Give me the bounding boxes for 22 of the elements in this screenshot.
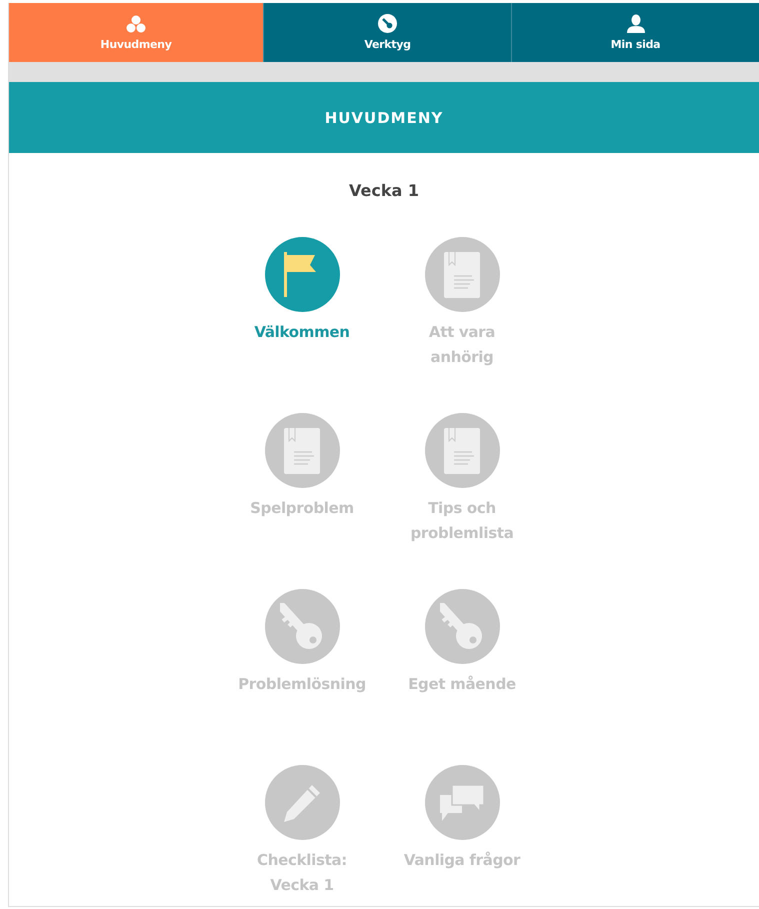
item-label: Eget mående <box>408 674 516 695</box>
document-icon <box>444 428 480 474</box>
item-label: Spelproblem <box>250 498 354 519</box>
document-icon <box>284 428 320 474</box>
key-icon <box>280 602 324 650</box>
chat-icon <box>438 782 486 822</box>
item-label: Problemlösning <box>238 674 366 695</box>
item-label: Vanliga frågor <box>404 850 520 871</box>
nav-tab[interactable]: Huvudmeny <box>9 3 263 62</box>
circles-icon <box>126 14 146 32</box>
item-label: Välkommen <box>254 322 350 343</box>
item-label: Tips och problemlista <box>409 498 515 544</box>
document-icon <box>444 252 480 298</box>
person-icon <box>626 14 644 33</box>
key-icon <box>440 602 484 650</box>
week-title: Vecka 1 <box>348 181 420 200</box>
menu-item[interactable]: Välkommen <box>222 237 382 413</box>
pencil-icon <box>282 782 322 822</box>
item-label: Checklista: Vecka 1 <box>256 850 348 896</box>
item-label: Att vara anhörig <box>428 322 496 368</box>
key-icon <box>378 14 397 33</box>
header-title: HUVUDMENY <box>324 108 444 126</box>
